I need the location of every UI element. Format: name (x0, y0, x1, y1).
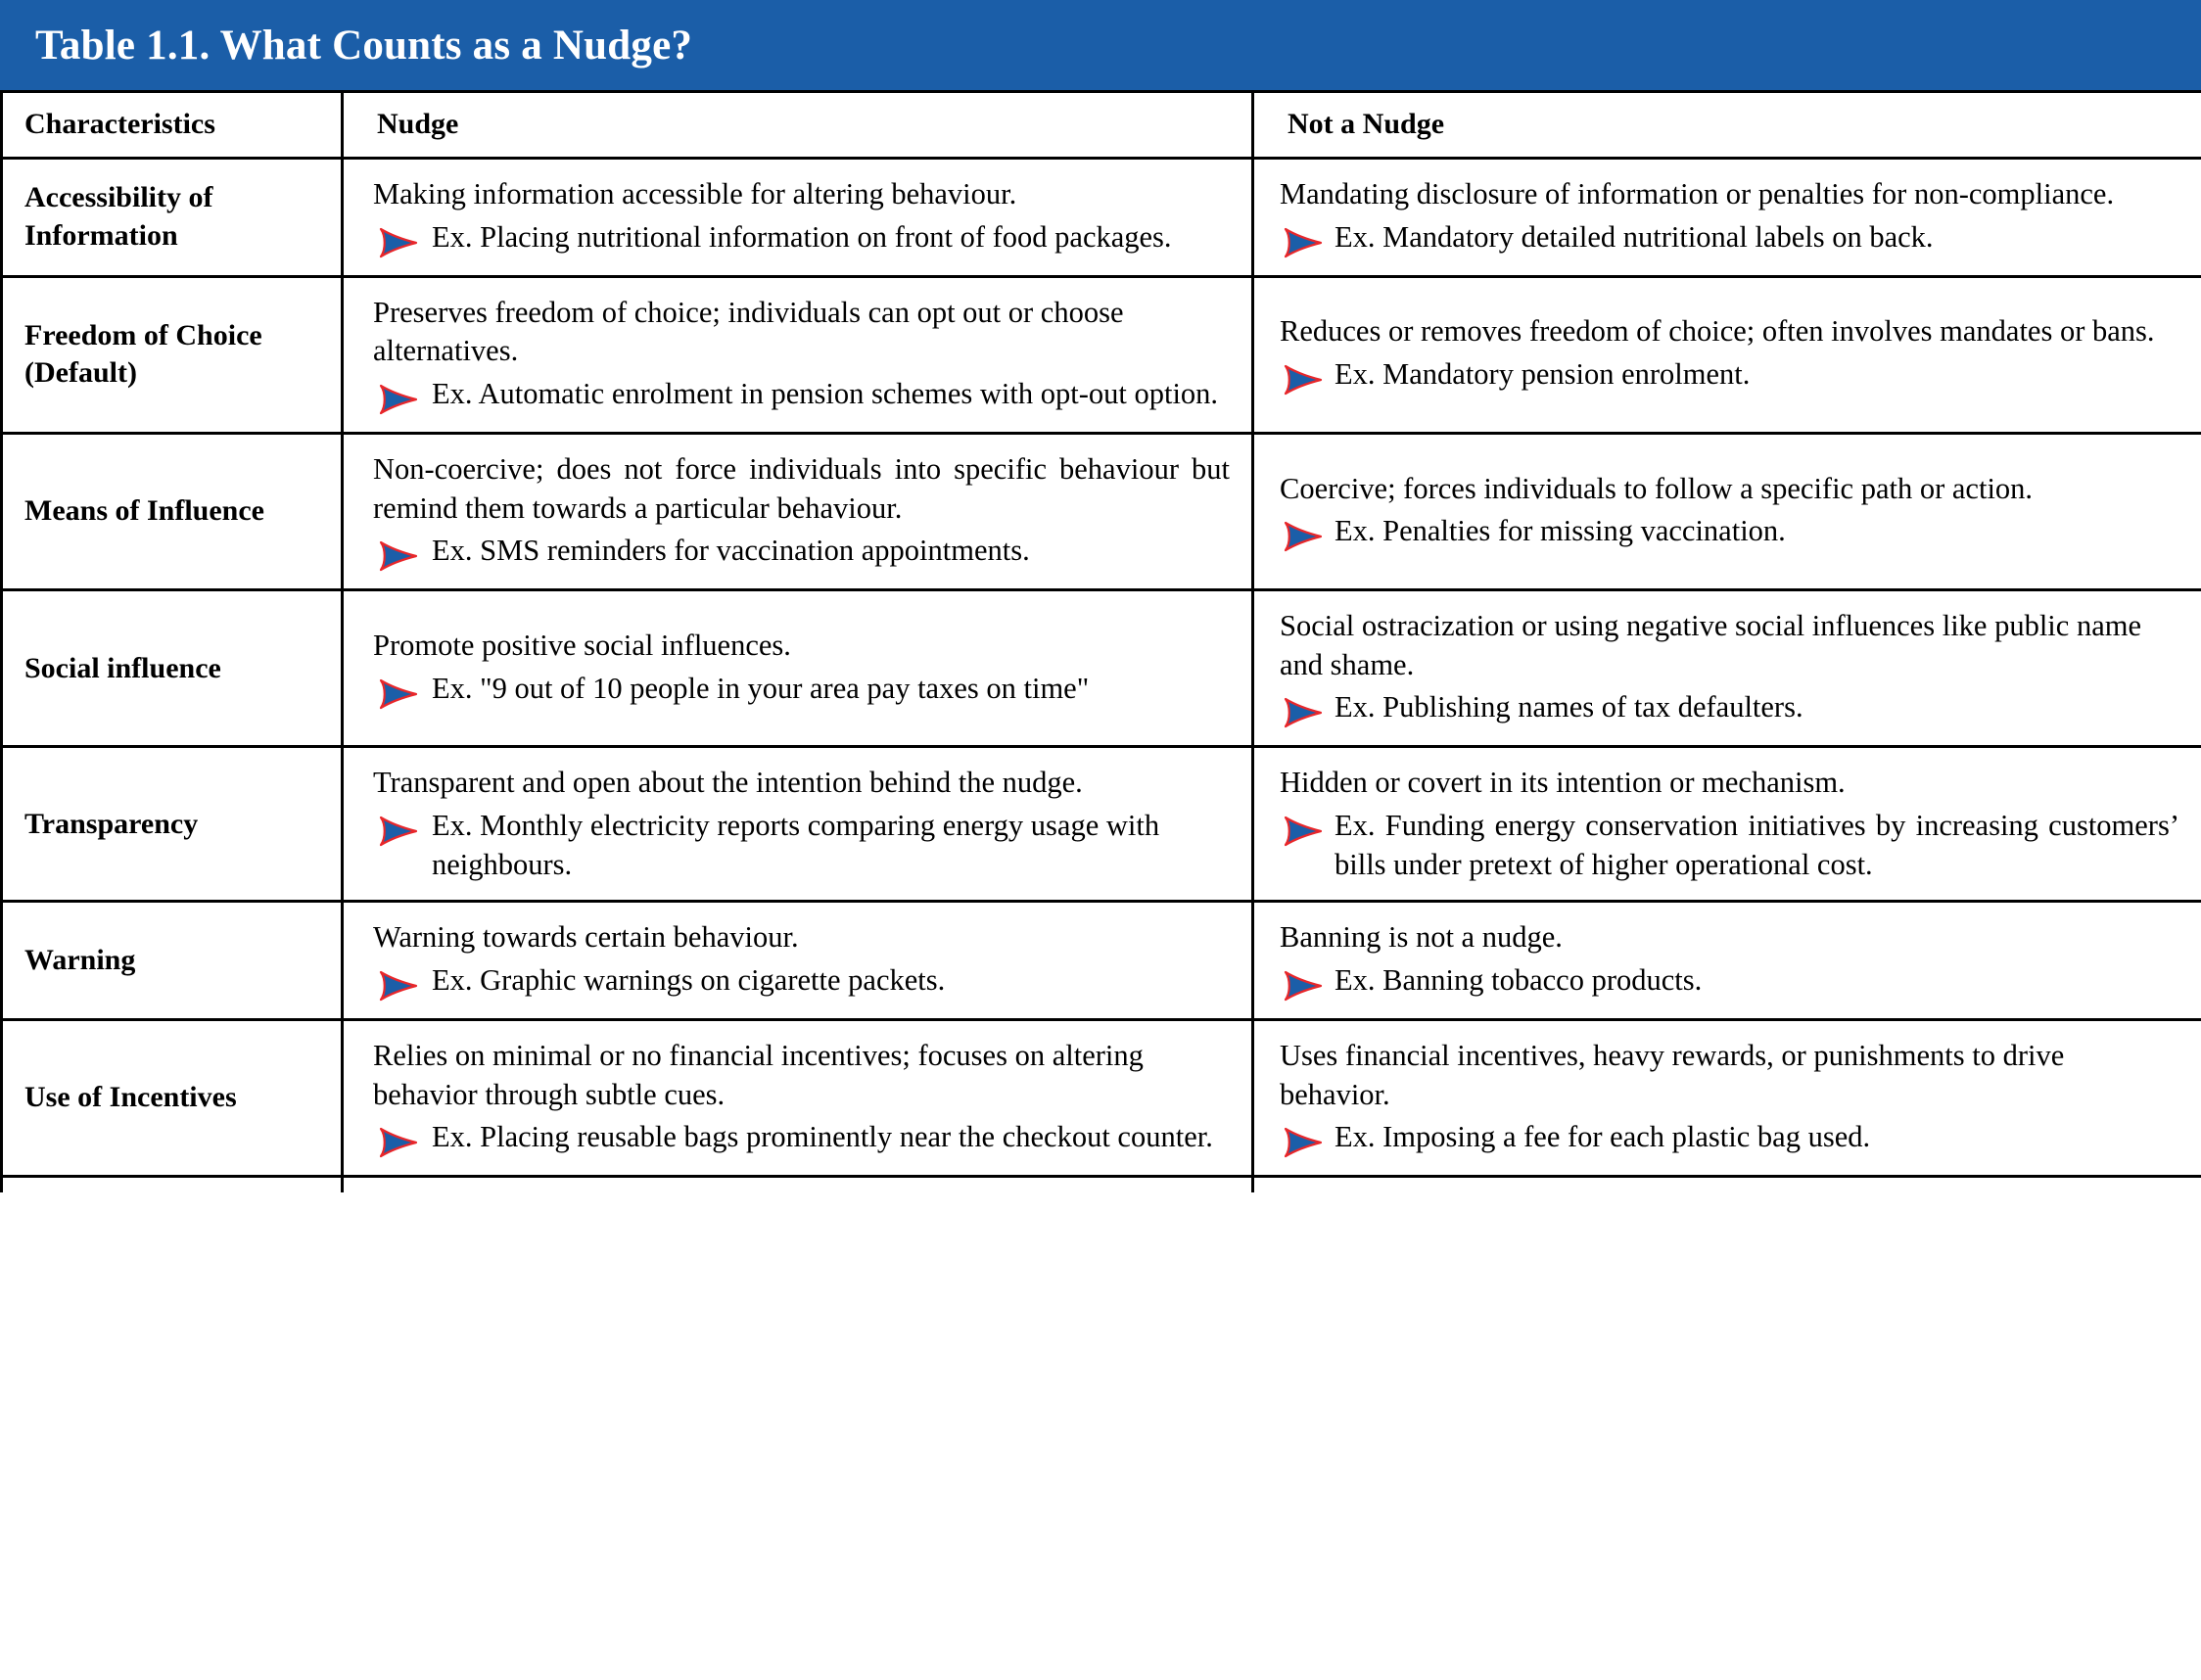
not-a-nudge-example-text: Ex. Publishing names of tax defaulters. (1335, 690, 1803, 724)
nudge-example-text: Ex. Placing nutritional information on f… (432, 219, 1172, 254)
page-title: Table 1.1. What Counts as a Nudge? (35, 22, 693, 69)
nudge-example: Ex. SMS reminders for vaccination appoin… (373, 532, 1230, 573)
arrow-right-icon (375, 539, 420, 573)
nudge-example: Ex. Placing reusable bags prominently ne… (373, 1118, 1230, 1159)
row-characteristic-label: Warning (0, 900, 344, 1022)
row-nudge-cell: Relies on minimal or no financial incent… (341, 1018, 1254, 1179)
not-a-nudge-example: Ex. Publishing names of tax defaulters. (1280, 688, 2179, 729)
not-a-nudge-example: Ex. Mandatory detailed nutritional label… (1280, 218, 2179, 259)
row-nudge-cell: Non-coercive; does not force individuals… (341, 431, 1254, 592)
nudge-lead-text: Transparent and open about the intention… (373, 766, 1083, 800)
row-characteristic-label: Use of Incentives (0, 1018, 344, 1179)
not-a-nudge-lead-text: Hidden or covert in its intention or mec… (1280, 766, 1846, 800)
nudge-lead-text: Warning towards certain behaviour. (373, 920, 799, 955)
row-characteristic-label: Transparency (0, 745, 344, 904)
not-a-nudge-example: Ex. Banning tobacco products. (1280, 961, 2179, 1003)
table-row: Use of Incentives Relies on minimal or n… (0, 1018, 2201, 1179)
row-not-a-nudge-cell: Social ostracization or using negative s… (1251, 588, 2201, 749)
nudge-example-text: Ex. Monthly electricity reports comparin… (432, 809, 1160, 881)
not-a-nudge-example-text: Ex. Mandatory pension enrolment. (1335, 357, 1751, 392)
not-a-nudge-lead-text: Uses financial incentives, heavy rewards… (1280, 1039, 2065, 1111)
row-nudge-cell: Preserves freedom of choice; individuals… (341, 274, 1254, 435)
arrow-right-icon (375, 383, 420, 416)
not-a-nudge-example-text: Ex. Mandatory detailed nutritional label… (1335, 219, 1934, 254)
nudge-example-text: Ex. Graphic warnings on cigarette packet… (432, 963, 946, 998)
row-characteristic-label: Accessibility of Information (0, 157, 344, 278)
nudge-example-text: Ex. "9 out of 10 people in your area pay… (432, 671, 1090, 705)
not-a-nudge-lead-text: Mandating disclosure of information or p… (1280, 177, 2115, 210)
partial-nudge-cell (341, 1175, 1254, 1192)
nudge-example-text: Ex. Placing reusable bags prominently ne… (432, 1120, 1213, 1154)
nudge-lead-text: Promote positive social influences. (373, 629, 791, 663)
not-a-nudge-lead-text: Banning is not a nudge. (1280, 920, 1563, 955)
arrow-right-icon (375, 677, 420, 711)
not-a-nudge-example-text: Ex. Penalties for missing vaccination. (1335, 514, 1786, 548)
table-row: Freedom of Choice (Default) Preserves fr… (0, 274, 2201, 435)
arrow-right-icon (1280, 1126, 1325, 1159)
row-characteristic-label: Freedom of Choice (Default) (0, 274, 344, 435)
arrow-right-icon (1280, 969, 1325, 1003)
nudge-example: Ex. Monthly electricity reports comparin… (373, 807, 1230, 884)
nudge-comparison-table: Characteristics Nudge Not a Nudge Access… (0, 90, 2201, 1192)
nudge-lead-text: Preserves freedom of choice; individuals… (373, 295, 1124, 368)
row-not-a-nudge-cell: Mandating disclosure of information or p… (1251, 157, 2201, 278)
arrow-right-icon (1280, 226, 1325, 259)
not-a-nudge-example: Ex. Funding energy conservation initiati… (1280, 807, 2179, 884)
row-not-a-nudge-cell: Coercive; forces individuals to follow a… (1251, 431, 2201, 592)
nudge-example: Ex. Graphic warnings on cigarette packet… (373, 961, 1230, 1003)
column-header-not-a-nudge: Not a Nudge (1251, 90, 2201, 160)
row-characteristic-label: Social influence (0, 588, 344, 749)
nudge-example: Ex. "9 out of 10 people in your area pay… (373, 670, 1230, 711)
table-row: Social influence Promote positive social… (0, 588, 2201, 749)
nudge-example: Ex. Automatic enrolment in pension schem… (373, 375, 1230, 416)
column-header-characteristics: Characteristics (0, 90, 344, 160)
row-not-a-nudge-cell: Uses financial incentives, heavy rewards… (1251, 1018, 2201, 1179)
not-a-nudge-lead-text: Reduces or removes freedom of choice; of… (1280, 314, 2155, 349)
nudge-example: Ex. Placing nutritional information on f… (373, 218, 1230, 259)
table-row: Accessibility of Information Making info… (0, 157, 2201, 278)
table-header-row: Characteristics Nudge Not a Nudge (0, 90, 2201, 160)
arrow-right-icon (375, 815, 420, 848)
nudge-lead-text: Making information accessible for alteri… (373, 177, 1017, 210)
not-a-nudge-example-text: Ex. Banning tobacco products. (1335, 963, 1703, 998)
nudge-lead-text: Non-coercive; does not force individuals… (373, 451, 1230, 525)
row-not-a-nudge-cell: Banning is not a nudge. Ex. Banning toba… (1251, 900, 2201, 1022)
partial-not-a-nudge-cell (1251, 1175, 2201, 1192)
row-characteristic-label: Means of Influence (0, 431, 344, 592)
not-a-nudge-lead-text: Coercive; forces individuals to follow a… (1280, 471, 2034, 505)
row-nudge-cell: Transparent and open about the intention… (341, 745, 1254, 904)
column-header-nudge: Nudge (341, 90, 1254, 160)
arrow-right-icon (375, 969, 420, 1003)
table-row: Warning Warning towards certain behaviou… (0, 900, 2201, 1022)
table-row-partial (0, 1175, 2201, 1192)
table-title-banner: Table 1.1. What Counts as a Nudge? (0, 0, 2201, 90)
row-not-a-nudge-cell: Reduces or removes freedom of choice; of… (1251, 274, 2201, 435)
not-a-nudge-example: Ex. Mandatory pension enrolment. (1280, 355, 2179, 397)
partial-characteristic-cell (0, 1175, 344, 1192)
arrow-right-icon (375, 1126, 420, 1159)
arrow-right-icon (1280, 696, 1325, 729)
row-nudge-cell: Promote positive social influences. Ex. … (341, 588, 1254, 749)
not-a-nudge-example: Ex. Imposing a fee for each plastic bag … (1280, 1118, 2179, 1159)
arrow-right-icon (1280, 520, 1325, 553)
not-a-nudge-lead-text: Social ostracization or using negative s… (1280, 609, 2141, 681)
row-nudge-cell: Warning towards certain behaviour. Ex. G… (341, 900, 1254, 1022)
row-nudge-cell: Making information accessible for alteri… (341, 157, 1254, 278)
nudge-example-text: Ex. SMS reminders for vaccination appoin… (432, 534, 1030, 568)
arrow-right-icon (375, 226, 420, 259)
nudge-table-figure: Table 1.1. What Counts as a Nudge? Chara… (0, 0, 2201, 1192)
nudge-lead-text: Relies on minimal or no financial incent… (373, 1039, 1144, 1111)
not-a-nudge-example-text: Ex. Funding energy conservation initiati… (1335, 809, 2179, 881)
arrow-right-icon (1280, 815, 1325, 848)
not-a-nudge-example: Ex. Penalties for missing vaccination. (1280, 512, 2179, 553)
table-row: Transparency Transparent and open about … (0, 745, 2201, 904)
nudge-example-text: Ex. Automatic enrolment in pension schem… (432, 376, 1219, 410)
not-a-nudge-example-text: Ex. Imposing a fee for each plastic bag … (1335, 1120, 1871, 1154)
row-not-a-nudge-cell: Hidden or covert in its intention or mec… (1251, 745, 2201, 904)
table-row: Means of Influence Non-coercive; does no… (0, 431, 2201, 592)
arrow-right-icon (1280, 363, 1325, 397)
